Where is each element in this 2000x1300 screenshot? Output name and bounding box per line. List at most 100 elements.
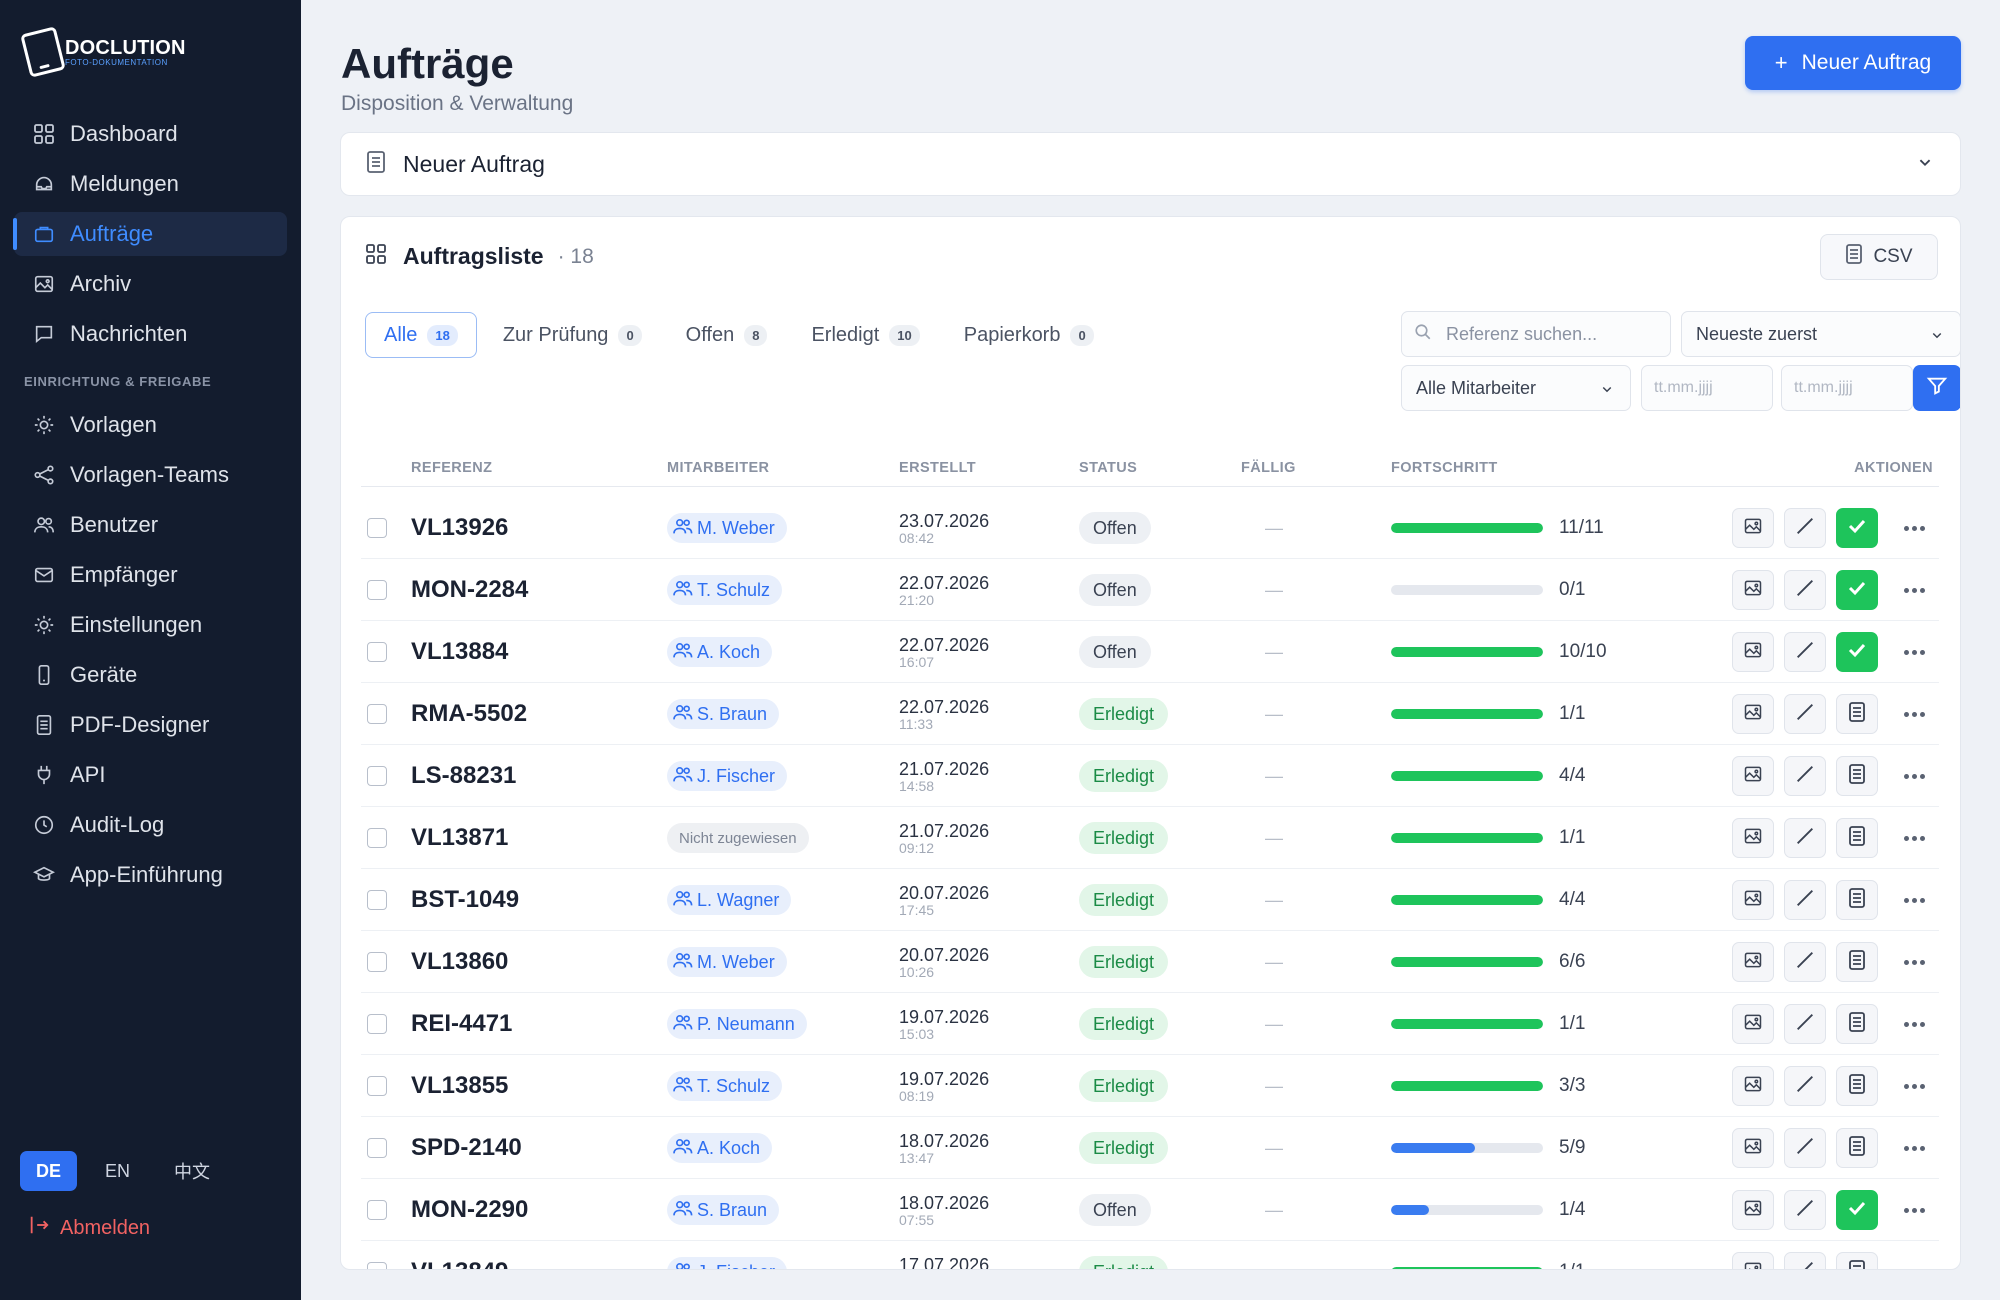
column-header-erstellt[interactable]: ERSTELLT <box>899 460 976 476</box>
approve-button[interactable] <box>1836 1190 1878 1230</box>
column-header-referenz[interactable]: REFERENZ <box>411 460 492 476</box>
report-button[interactable] <box>1836 756 1878 796</box>
sidebar-item-app-einführung[interactable]: App-Einführung <box>14 853 287 897</box>
sidebar-item-pdf-designer[interactable]: PDF-Designer <box>14 703 287 747</box>
more-actions-icon[interactable] <box>1902 1021 1926 1027</box>
employee-chip[interactable]: L. Wagner <box>667 885 792 915</box>
table-row[interactable]: RMA-5502 S. Braun 22.07.2026 11:33 Erledigt —… <box>361 683 1939 745</box>
chevron-down-icon[interactable] <box>1914 151 1936 178</box>
photos-button[interactable] <box>1732 756 1774 796</box>
table-row[interactable]: BST-1049 L. Wagner 20.07.2026 17:45 Erledigt… <box>361 869 1939 931</box>
row-checkbox[interactable] <box>367 580 387 600</box>
order-reference[interactable]: MON-2290 <box>411 1179 528 1241</box>
employee-chip[interactable]: S. Braun <box>667 699 780 729</box>
report-button[interactable] <box>1836 1128 1878 1168</box>
report-button[interactable] <box>1836 694 1878 734</box>
employee-chip[interactable]: S. Braun <box>667 1195 780 1225</box>
table-row[interactable]: VL13855 T. Schulz 19.07.2026 08:19 Erledigt —… <box>361 1055 1939 1117</box>
edit-button[interactable] <box>1784 1066 1826 1106</box>
apply-filter-button[interactable] <box>1913 365 1960 411</box>
table-row[interactable]: VL13849J. Fischer17.07.202616:31Erledigt… <box>361 1241 1939 1271</box>
table-row[interactable]: VL13884 A. Koch 22.07.2026 16:07 Offen — 10/10 <box>361 621 1939 683</box>
order-reference[interactable]: VL13871 <box>411 807 508 869</box>
more-actions-icon[interactable] <box>1902 959 1926 965</box>
employee-filter-select[interactable]: Alle Mitarbeiter <box>1401 365 1631 411</box>
table-row[interactable]: VL13926 M. Weber 23.07.2026 08:42 Offen — 11/1… <box>361 497 1939 559</box>
edit-button[interactable] <box>1784 508 1826 548</box>
table-row[interactable]: VL13871 Nicht zugewiesen 21.07.2026 09:12 Er… <box>361 807 1939 869</box>
more-actions-icon[interactable] <box>1902 835 1926 841</box>
tab-erledigt[interactable]: Erledigt 10 <box>793 312 937 358</box>
report-button[interactable] <box>1836 1252 1878 1269</box>
employee-chip[interactable]: T. Schulz <box>667 1071 783 1101</box>
order-reference[interactable]: VL13884 <box>411 621 508 683</box>
more-actions-icon[interactable] <box>1902 525 1926 531</box>
csv-export-button[interactable]: CSV <box>1820 234 1938 280</box>
report-button[interactable] <box>1836 1004 1878 1044</box>
more-actions-icon[interactable] <box>1902 587 1926 593</box>
row-checkbox[interactable] <box>367 766 387 786</box>
sidebar-item-vorlagen[interactable]: Vorlagen <box>14 403 287 447</box>
language-option[interactable]: EN <box>89 1151 146 1191</box>
row-checkbox[interactable] <box>367 1262 387 1269</box>
edit-button[interactable] <box>1784 1252 1826 1269</box>
photos-button[interactable] <box>1732 1066 1774 1106</box>
date-to-input[interactable]: tt.mm.jjjj <box>1781 365 1913 411</box>
tab-papierkorb[interactable]: Papierkorb 0 <box>946 312 1112 358</box>
order-reference[interactable]: MON-2284 <box>411 559 528 621</box>
order-reference[interactable]: VL13860 <box>411 931 508 993</box>
more-actions-icon[interactable] <box>1902 773 1926 779</box>
approve-button[interactable] <box>1836 632 1878 672</box>
report-button[interactable] <box>1836 880 1878 920</box>
sidebar-item-geräte[interactable]: Geräte <box>14 653 287 697</box>
row-checkbox[interactable] <box>367 642 387 662</box>
photos-button[interactable] <box>1732 1004 1774 1044</box>
column-header-fortschritt[interactable]: FORTSCHRITT <box>1391 460 1498 476</box>
employee-chip[interactable]: J. Fischer <box>667 1257 788 1269</box>
table-row[interactable]: REI-4471 P. Neumann 19.07.2026 15:03 Erledig… <box>361 993 1939 1055</box>
sidebar-item-api[interactable]: API <box>14 753 287 797</box>
edit-button[interactable] <box>1784 1004 1826 1044</box>
report-button[interactable] <box>1836 942 1878 982</box>
tab-alle[interactable]: Alle 18 <box>365 312 477 358</box>
edit-button[interactable] <box>1784 632 1826 672</box>
reference-search-input[interactable]: Referenz suchen... <box>1401 311 1671 357</box>
edit-button[interactable] <box>1784 818 1826 858</box>
row-checkbox[interactable] <box>367 704 387 724</box>
table-row[interactable]: LS-88231 J. Fischer 21.07.2026 14:58 Erledig… <box>361 745 1939 807</box>
row-checkbox[interactable] <box>367 1014 387 1034</box>
employee-chip[interactable]: J. Fischer <box>667 761 788 791</box>
tab-zur-prüfung[interactable]: Zur Prüfung 0 <box>485 312 660 358</box>
more-actions-icon[interactable] <box>1902 711 1926 717</box>
employee-chip[interactable]: P. Neumann <box>667 1009 807 1039</box>
more-actions-icon[interactable] <box>1902 649 1926 655</box>
more-actions-icon[interactable] <box>1902 1270 1926 1271</box>
more-actions-icon[interactable] <box>1902 897 1926 903</box>
new-order-button[interactable]: + Neuer Auftrag <box>1745 36 1961 90</box>
photos-button[interactable] <box>1732 1252 1774 1269</box>
sidebar-item-benutzer[interactable]: Benutzer <box>14 503 287 547</box>
order-reference[interactable]: REI-4471 <box>411 993 512 1055</box>
column-header-status[interactable]: STATUS <box>1079 460 1137 476</box>
row-checkbox[interactable] <box>367 890 387 910</box>
row-checkbox[interactable] <box>367 828 387 848</box>
row-checkbox[interactable] <box>367 518 387 538</box>
edit-button[interactable] <box>1784 1128 1826 1168</box>
brand-logo[interactable]: DOCLUTION FOTO-DOKUMENTATION <box>20 26 186 78</box>
sidebar-item-archiv[interactable]: Archiv <box>14 262 287 306</box>
employee-chip[interactable]: M. Weber <box>667 947 787 977</box>
order-reference[interactable]: LS-88231 <box>411 745 516 807</box>
report-button[interactable] <box>1836 1066 1878 1106</box>
sidebar-item-aufträge[interactable]: Aufträge <box>13 212 287 256</box>
photos-button[interactable] <box>1732 508 1774 548</box>
table-row[interactable]: MON-2284 T. Schulz 22.07.2026 21:20 Offen — 0/… <box>361 559 1939 621</box>
logout-button[interactable]: Abmelden <box>28 1214 150 1242</box>
language-option[interactable]: 中文 <box>158 1151 226 1191</box>
sidebar-item-meldungen[interactable]: Meldungen <box>14 162 287 206</box>
photos-button[interactable] <box>1732 880 1774 920</box>
order-reference[interactable]: VL13926 <box>411 497 508 559</box>
employee-chip[interactable]: T. Schulz <box>667 575 783 605</box>
new-order-panel[interactable]: Neuer Auftrag <box>340 132 1961 196</box>
order-reference[interactable]: BST-1049 <box>411 869 519 931</box>
photos-button[interactable] <box>1732 632 1774 672</box>
